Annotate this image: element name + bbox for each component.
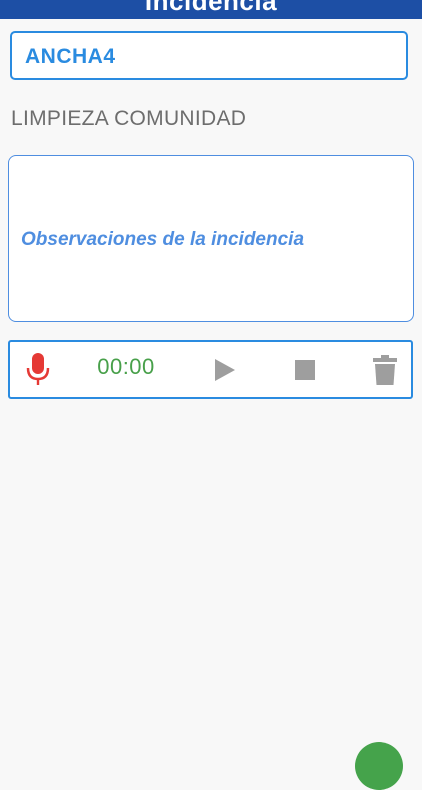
delete-button[interactable] xyxy=(370,342,400,397)
observations-placeholder: Observaciones de la incidencia xyxy=(21,229,305,250)
play-button[interactable] xyxy=(210,342,240,397)
category-label: LIMPIEZA COMUNIDAD xyxy=(11,107,247,130)
app-title: Incidencia xyxy=(144,0,278,16)
code-value: ANCHA4 xyxy=(25,45,116,68)
stop-icon xyxy=(295,359,315,380)
app-bar: Incidencia xyxy=(0,0,422,19)
recording-timer: 00:00 xyxy=(97,353,155,379)
save-fab-button[interactable] xyxy=(355,742,403,790)
trash-icon xyxy=(373,354,397,385)
stop-button[interactable] xyxy=(290,342,320,397)
audio-recorder: 00:00 xyxy=(8,340,413,399)
record-button[interactable] xyxy=(22,342,54,397)
observations-textarea[interactable]: Observaciones de la incidencia xyxy=(8,155,414,322)
mic-icon xyxy=(26,352,50,385)
play-icon xyxy=(215,358,235,381)
code-input[interactable]: ANCHA4 xyxy=(10,31,408,80)
